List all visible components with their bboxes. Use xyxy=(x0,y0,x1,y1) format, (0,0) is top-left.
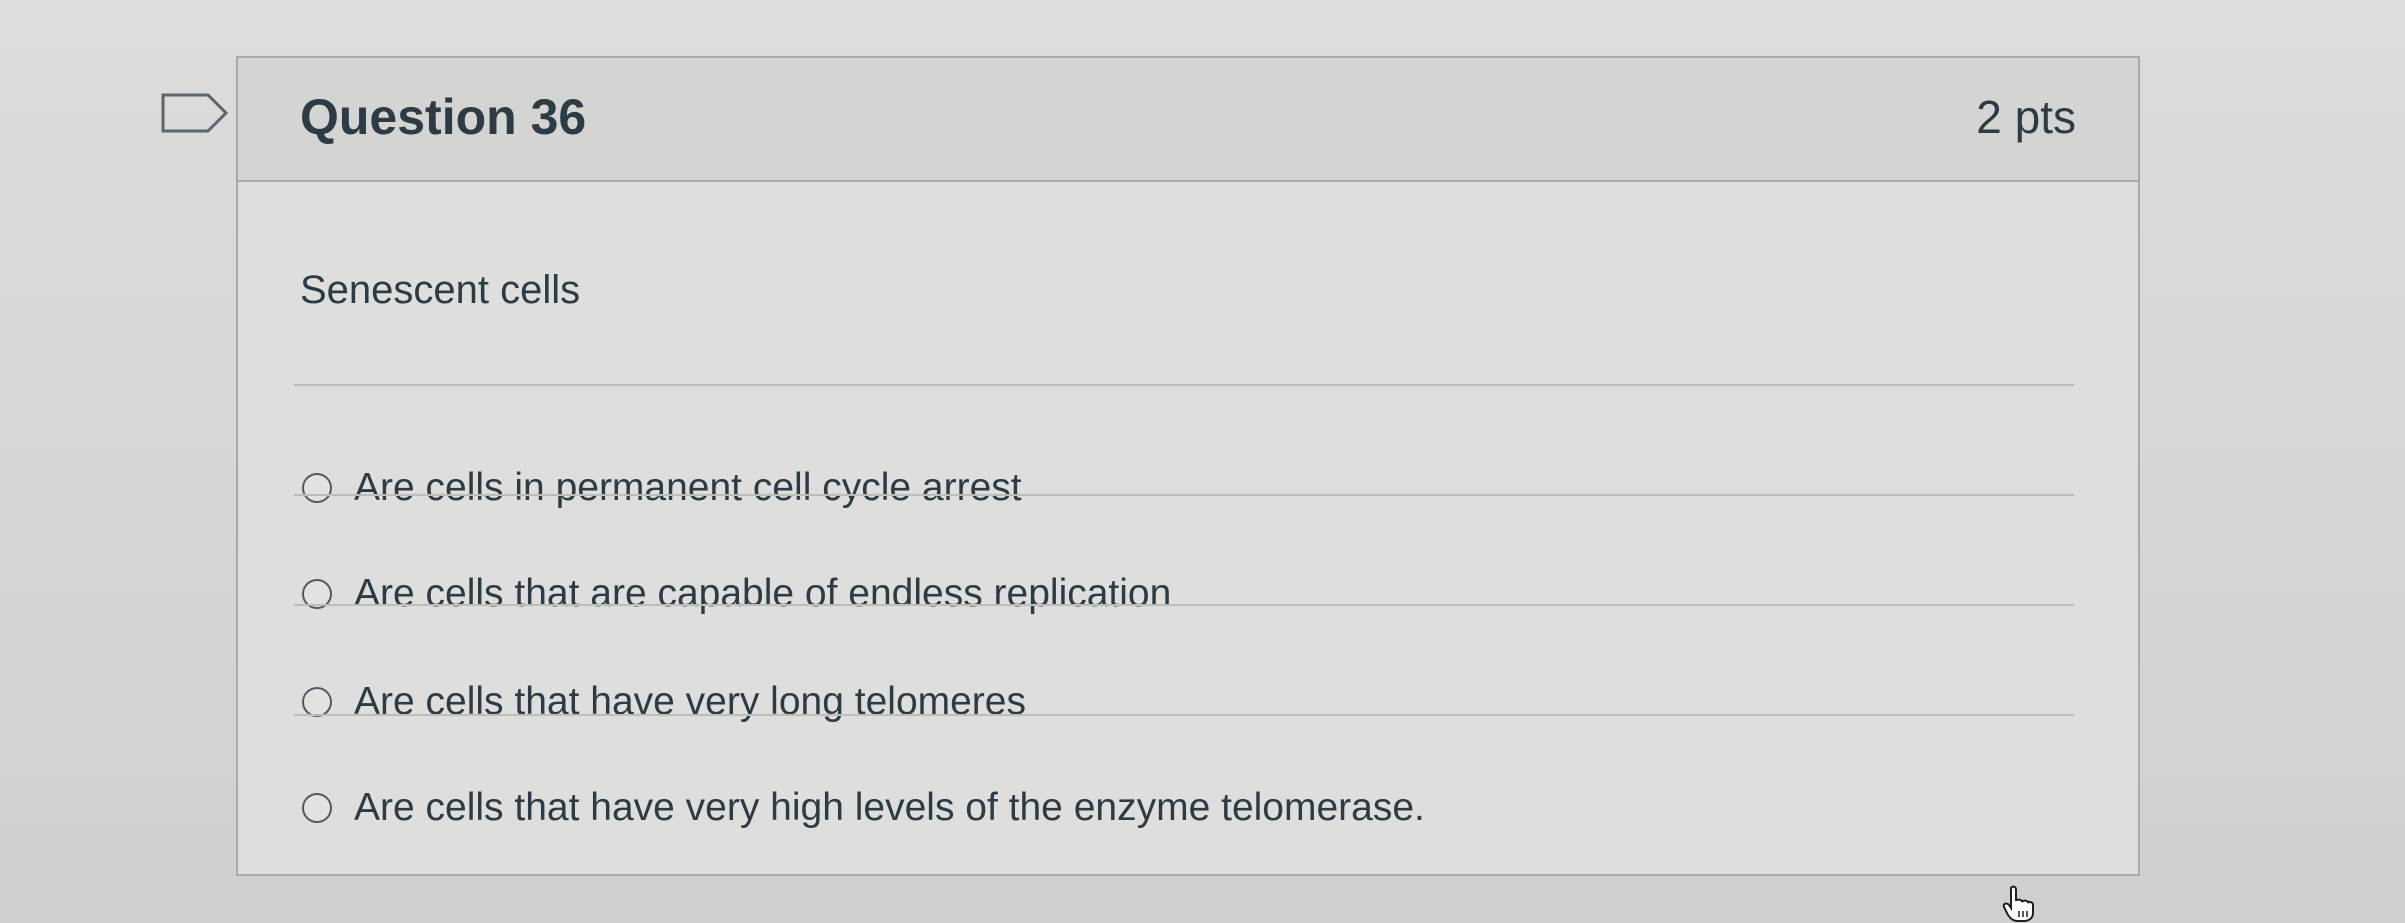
answer-label: Are cells that have very long telomeres xyxy=(354,680,1026,723)
divider xyxy=(294,384,2074,386)
hand-pointer-icon xyxy=(2002,885,2034,922)
divider xyxy=(294,714,2074,716)
answer-label: Are cells that have very high levels of … xyxy=(354,786,1425,829)
question-points: 2 pts xyxy=(1976,91,2076,143)
divider xyxy=(294,604,2074,606)
question-header: Question 36 2 pts xyxy=(238,58,2138,182)
divider xyxy=(294,494,2074,496)
question-card: Question 36 2 pts Senescent cells Are ce… xyxy=(236,56,2140,876)
answer-option-3[interactable]: Are cells that have very long telomeres xyxy=(302,680,1026,724)
radio-button[interactable] xyxy=(302,687,332,717)
answer-label: Are cells that are capable of endless re… xyxy=(354,572,1172,615)
radio-button[interactable] xyxy=(302,793,332,823)
question-text: Senescent cells xyxy=(300,268,581,312)
answer-option-2[interactable]: Are cells that are capable of endless re… xyxy=(302,572,1171,616)
flag-question-icon[interactable] xyxy=(160,92,230,134)
answer-option-4[interactable]: Are cells that have very high levels of … xyxy=(302,786,1425,830)
answer-label: Are cells in permanent cell cycle arrest xyxy=(354,466,1022,509)
answer-option-1[interactable]: Are cells in permanent cell cycle arrest xyxy=(302,466,1022,510)
radio-button[interactable] xyxy=(302,473,332,503)
question-title: Question 36 xyxy=(300,89,587,145)
